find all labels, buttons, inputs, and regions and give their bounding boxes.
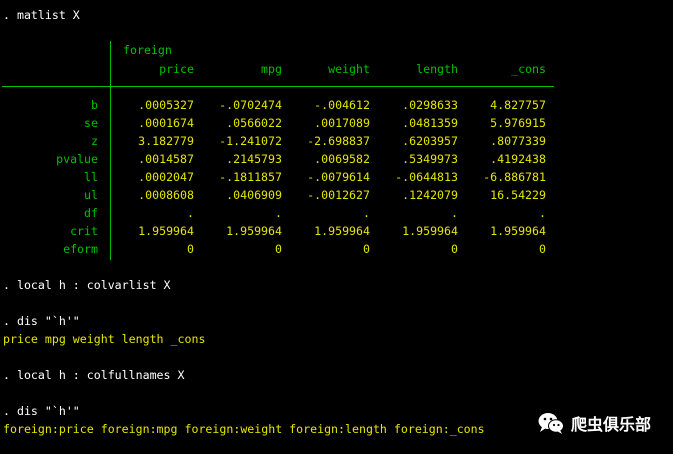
matrix-cell: .4192438	[490, 152, 546, 166]
matrix-cell: 0	[539, 242, 546, 256]
matrix-cell: .0005327	[138, 98, 194, 112]
matrix-column-header: length	[416, 62, 458, 76]
matrix-cell: .5349973	[402, 152, 458, 166]
matrix-cell: .	[187, 206, 194, 220]
matrix-cell: .6203957	[402, 134, 458, 148]
matrix-cell: -2.698837	[307, 134, 370, 148]
matrix-cell: .0001674	[138, 116, 194, 130]
stata-results-window: . matlist X foreign price mpg weight len…	[0, 0, 673, 454]
matrix-row-label: eform	[63, 242, 98, 256]
matrix-cell: .0014587	[138, 152, 194, 166]
matrix-row-label: z	[91, 134, 98, 148]
command-display-h: . dis "`h'"	[3, 314, 80, 328]
matrix-cell: .0002047	[138, 170, 194, 184]
matrix-cell: 1.959964	[226, 224, 282, 238]
matrix-cell: 0	[451, 242, 458, 256]
matrix-cell: .8077339	[490, 134, 546, 148]
matrix-cell: .0406909	[226, 188, 282, 202]
output-colfullnames: foreign:price foreign:mpg foreign:weight…	[3, 422, 485, 436]
matrix-cell: -1.241072	[219, 134, 282, 148]
output-colvarlist: price mpg weight length _cons	[3, 332, 206, 346]
matrix-cell: -.0644813	[395, 170, 458, 184]
matrix-cell: 1.959964	[490, 224, 546, 238]
matrix-cell: .	[275, 206, 282, 220]
matrix-horizontal-rule	[2, 86, 554, 87]
matrix-cell: 16.54229	[490, 188, 546, 202]
matrix-cell: .0069582	[314, 152, 370, 166]
matrix-cell: .0008608	[138, 188, 194, 202]
matrix-row-label: crit	[70, 224, 98, 238]
matrix-equation-name: foreign	[123, 43, 172, 57]
matrix-column-header: _cons	[511, 62, 546, 76]
matrix-cell: 5.976915	[490, 116, 546, 130]
matrix-cell: .1242079	[402, 188, 458, 202]
matrix-cell: 1.959964	[314, 224, 370, 238]
matrix-cell: .0566022	[226, 116, 282, 130]
matrix-cell: -6.886781	[483, 170, 546, 184]
matrix-row-label: ll	[84, 170, 98, 184]
matrix-column-header: price	[159, 62, 194, 76]
watermark-text: 爬虫俱乐部	[571, 415, 652, 434]
matrix-cell: .	[451, 206, 458, 220]
matrix-cell: -.0012627	[307, 188, 370, 202]
matrix-cell: .2145793	[226, 152, 282, 166]
matrix-row-label: se	[84, 116, 98, 130]
command-matlist: . matlist X	[3, 8, 80, 22]
matrix-cell: .	[539, 206, 546, 220]
watermark: 爬虫俱乐部	[537, 410, 651, 436]
matrix-row-label: b	[91, 98, 98, 112]
matrix-cell: 0	[363, 242, 370, 256]
matrix-cell: 0	[187, 242, 194, 256]
command-display-h-2: . dis "`h'"	[3, 404, 80, 418]
matrix-row-label: ul	[84, 188, 98, 202]
matrix-cell: .0017089	[314, 116, 370, 130]
matrix-column-header: mpg	[261, 62, 282, 76]
matrix-row-label: df	[84, 206, 98, 220]
matrix-cell: .	[363, 206, 370, 220]
matrix-column-header: weight	[328, 62, 370, 76]
matrix-cell: -.0079614	[307, 170, 370, 184]
matrix-cell: .0481359	[402, 116, 458, 130]
command-local-colvarlist: . local h : colvarlist X	[3, 278, 171, 292]
matrix-cell: 0	[275, 242, 282, 256]
matrix-cell: -.1811857	[219, 170, 282, 184]
matrix-cell: -.0702474	[219, 98, 282, 112]
matrix-cell: 1.959964	[138, 224, 194, 238]
matrix-cell: 1.959964	[402, 224, 458, 238]
matrix-cell: -.004612	[314, 98, 370, 112]
matrix-cell: .0298633	[402, 98, 458, 112]
command-local-colfullnames: . local h : colfullnames X	[3, 368, 185, 382]
matrix-cell: 3.182779	[138, 134, 194, 148]
matrix-cell: 4.827757	[490, 98, 546, 112]
matrix-row-label: pvalue	[56, 152, 98, 166]
wechat-bubble-icon	[537, 411, 565, 435]
